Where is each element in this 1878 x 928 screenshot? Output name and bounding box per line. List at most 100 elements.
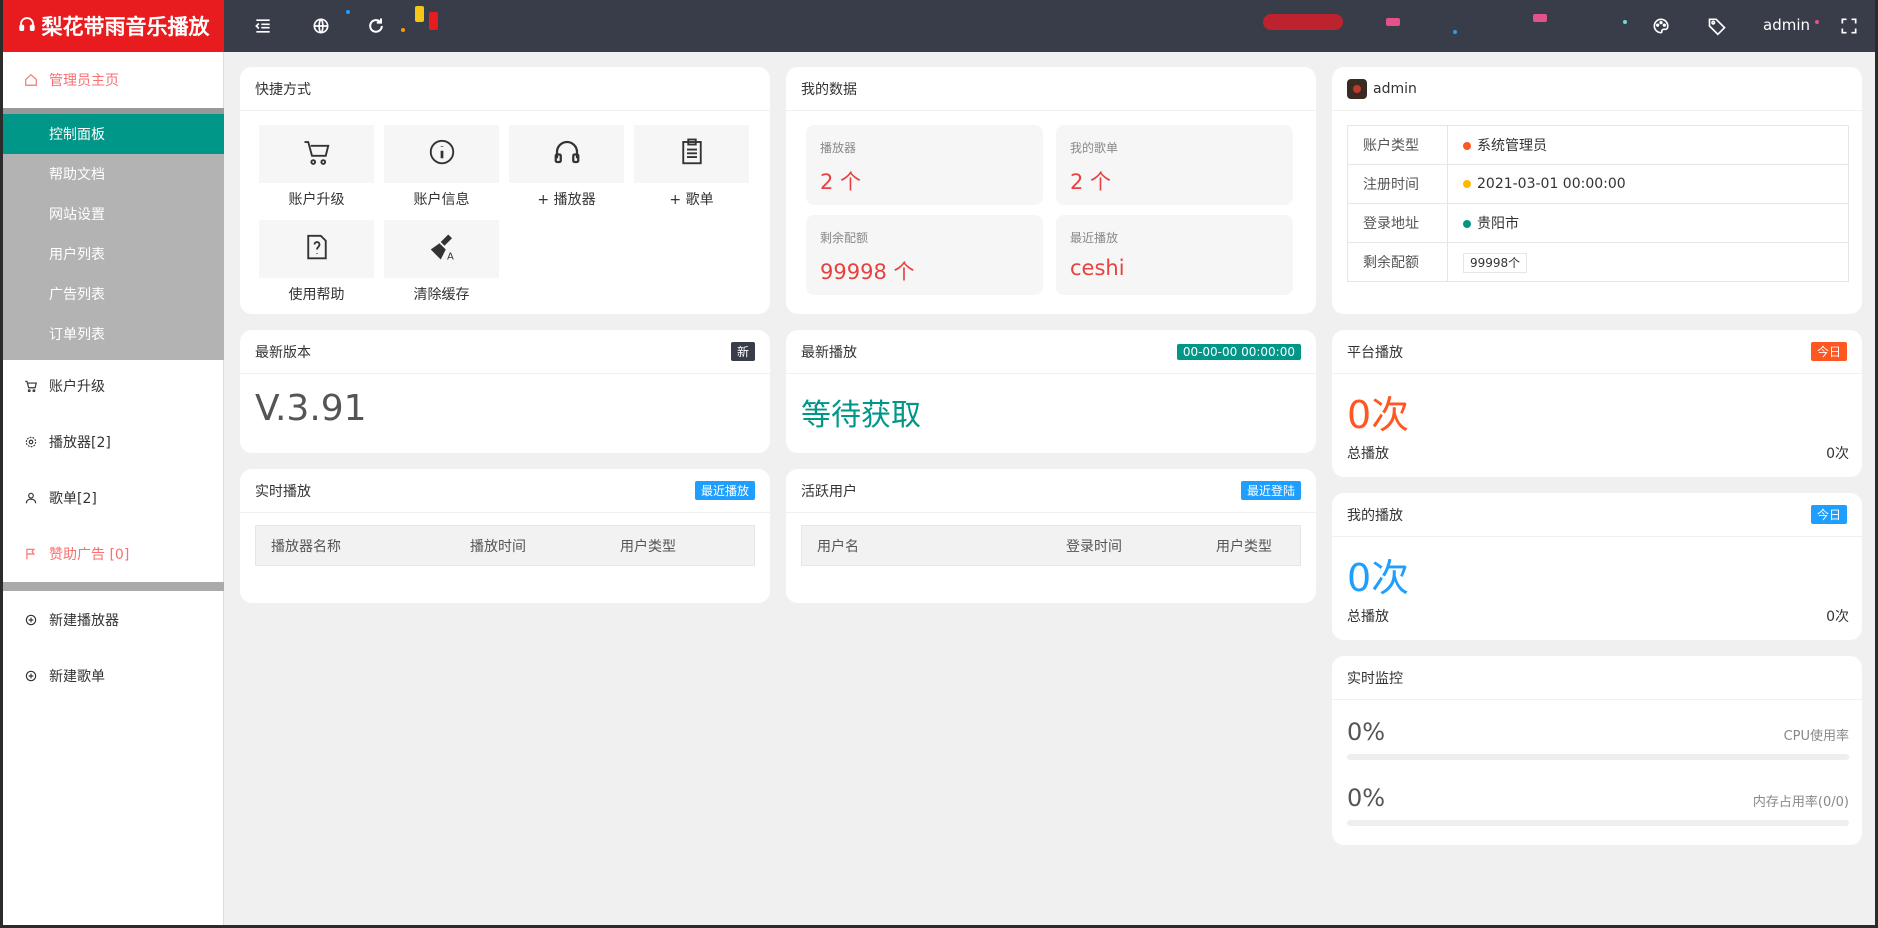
cpu-label: CPU使用率 bbox=[1783, 729, 1849, 744]
stat-playlists[interactable]: 我的歌单 2 个 bbox=[1056, 125, 1293, 205]
stat-value: ceshi bbox=[1070, 256, 1125, 280]
recent-play-badge: 最近播放 bbox=[694, 481, 755, 500]
gear-icon bbox=[23, 434, 39, 450]
theme-icon[interactable] bbox=[1649, 14, 1673, 38]
quick-label: 使用帮助 bbox=[288, 287, 345, 303]
column-header: 播放器名称 bbox=[271, 538, 341, 555]
sidebar-item-sponsor-ads[interactable]: 赞助广告 [0] bbox=[3, 526, 224, 582]
user-icon bbox=[23, 490, 39, 506]
flag-icon bbox=[23, 546, 39, 562]
confetti-icon bbox=[1386, 18, 1400, 26]
total-label: 总播放 bbox=[1347, 446, 1389, 462]
sidebar-item-admin-home[interactable]: 管理员主页 bbox=[3, 52, 224, 108]
table-cell-key: 账户类型 bbox=[1347, 125, 1448, 165]
card-header: 我的数据 bbox=[786, 67, 1316, 111]
info-icon bbox=[427, 137, 457, 171]
quick-account-upgrade[interactable]: 账户升级 bbox=[259, 125, 374, 209]
card-header: 活跃用户 最近登陆 bbox=[786, 469, 1316, 513]
sidebar-item-label: 新建歌单 bbox=[49, 669, 105, 685]
stat-label: 剩余配额 bbox=[820, 231, 869, 245]
sidebar-item-players[interactable]: 播放器[2] bbox=[3, 414, 224, 470]
confetti-icon bbox=[1623, 20, 1627, 24]
top-username[interactable]: admin bbox=[1763, 16, 1810, 34]
stat-recent-play[interactable]: 最近播放 ceshi bbox=[1056, 215, 1293, 295]
fullscreen-icon[interactable] bbox=[1837, 14, 1861, 38]
today-badge: 今日 bbox=[1810, 505, 1847, 524]
quick-account-info[interactable]: 账户信息 bbox=[384, 125, 499, 209]
confetti-icon bbox=[1453, 30, 1457, 34]
sidebar-item-label: 账户升级 bbox=[49, 379, 105, 395]
today-badge: 今日 bbox=[1810, 342, 1847, 361]
sidebar-item-label: 播放器[2] bbox=[49, 435, 111, 451]
platform-play-value: 0次 bbox=[1347, 393, 1410, 437]
sidebar-item-new-playlist[interactable]: 新建歌单 bbox=[3, 648, 224, 704]
stat-value: 2 个 bbox=[1070, 170, 1112, 194]
card-header: 平台播放 今日 bbox=[1332, 330, 1862, 374]
realtime-play-card: 实时播放 最近播放 播放器名称 播放时间 用户类型 bbox=[240, 469, 770, 603]
cpu-value: 0% bbox=[1347, 718, 1386, 746]
top-bar: 梨花带雨音乐播放 admin bbox=[3, 0, 1875, 52]
plus-circle-icon bbox=[23, 612, 39, 628]
sidebar-item-label: 歌单[2] bbox=[49, 491, 97, 507]
stat-label: 我的歌单 bbox=[1070, 141, 1119, 155]
quick-access-card: 快捷方式 账户升级 账户信息 + 播放器 + 歌单 使用帮助 A 清除缓存 bbox=[240, 67, 770, 314]
status-dot bbox=[1463, 142, 1471, 150]
home-icon bbox=[23, 72, 39, 88]
table-cell-key: 登录地址 bbox=[1347, 203, 1448, 243]
quick-label: + 歌单 bbox=[669, 192, 714, 208]
sidebar-item-new-player[interactable]: 新建播放器 bbox=[3, 592, 224, 648]
card-title: 快捷方式 bbox=[255, 81, 311, 98]
column-header: 用户类型 bbox=[620, 538, 676, 555]
avatar[interactable] bbox=[1347, 78, 1367, 99]
table-cell-value: 99998个 bbox=[1447, 242, 1849, 282]
quota-tag: 99998个 bbox=[1463, 252, 1528, 273]
quick-clear-cache[interactable]: A 清除缓存 bbox=[384, 220, 499, 304]
quick-label: 账户升级 bbox=[288, 192, 345, 208]
sidebar-subitem-ad-list[interactable]: 广告列表 bbox=[3, 274, 224, 314]
quick-label: 账户信息 bbox=[413, 192, 470, 208]
menu-toggle-icon[interactable] bbox=[251, 14, 275, 38]
sidebar-subitem-dashboard[interactable]: 控制面板 bbox=[3, 114, 224, 154]
confetti-icon bbox=[1533, 14, 1547, 22]
table-cell-value: 系统管理员 bbox=[1447, 125, 1849, 165]
total-value: 0次 bbox=[1826, 446, 1849, 462]
firecracker-decoration-icon bbox=[1263, 14, 1343, 30]
quick-help[interactable]: 使用帮助 bbox=[259, 220, 374, 304]
card-title: 平台播放 bbox=[1347, 344, 1403, 361]
cpu-row: 0% CPU使用率 bbox=[1347, 718, 1849, 746]
sidebar-subitem-site-settings[interactable]: 网站设置 bbox=[3, 194, 224, 234]
total-row: 总播放 0次 bbox=[1347, 606, 1849, 626]
account-card: admin 账户类型 系统管理员 注册时间 2021-03-01 00:00:00 … bbox=[1332, 67, 1862, 314]
app-logo[interactable]: 梨花带雨音乐播放 bbox=[3, 0, 224, 52]
total-value: 0次 bbox=[1826, 609, 1849, 625]
tag-icon[interactable] bbox=[1705, 14, 1729, 38]
table-cell-key: 剩余配额 bbox=[1347, 242, 1448, 282]
sidebar-submenu: 控制面板 帮助文档 网站设置 用户列表 广告列表 订单列表 bbox=[3, 108, 224, 360]
brush-icon: A bbox=[427, 232, 457, 266]
quick-add-playlist[interactable]: + 歌单 bbox=[634, 125, 749, 209]
quick-add-player[interactable]: + 播放器 bbox=[509, 125, 624, 209]
sidebar-divider bbox=[3, 582, 224, 591]
sidebar-subitem-order-list[interactable]: 订单列表 bbox=[3, 314, 224, 354]
refresh-icon[interactable] bbox=[364, 14, 388, 38]
column-header: 用户名 bbox=[817, 538, 859, 555]
table-row: 剩余配额 99998个 bbox=[1347, 242, 1849, 282]
table-cell-value: 2021-03-01 00:00:00 bbox=[1447, 164, 1849, 204]
confetti-icon bbox=[401, 28, 405, 32]
quick-label: + 播放器 bbox=[537, 192, 596, 208]
memory-row: 0% 内存占用率(0/0) bbox=[1347, 784, 1849, 812]
sidebar-subitem-user-list[interactable]: 用户列表 bbox=[3, 234, 224, 274]
sidebar: 管理员主页 控制面板 帮助文档 网站设置 用户列表 广告列表 订单列表 账户升级… bbox=[3, 52, 224, 925]
card-title: 实时播放 bbox=[255, 483, 311, 500]
headphones-icon bbox=[18, 15, 36, 38]
card-title: 活跃用户 bbox=[801, 483, 857, 500]
sidebar-item-playlists[interactable]: 歌单[2] bbox=[3, 470, 224, 526]
stat-players[interactable]: 播放器 2 个 bbox=[806, 125, 1043, 205]
svg-text:A: A bbox=[447, 252, 454, 263]
stat-remaining-quota[interactable]: 剩余配额 99998 个 bbox=[806, 215, 1043, 295]
sidebar-subitem-help-docs[interactable]: 帮助文档 bbox=[3, 154, 224, 194]
sidebar-item-account-upgrade[interactable]: 账户升级 bbox=[3, 358, 224, 414]
column-header: 登录时间 bbox=[1066, 538, 1122, 555]
stat-value: 99998 个 bbox=[820, 260, 915, 284]
globe-icon[interactable] bbox=[309, 14, 333, 38]
